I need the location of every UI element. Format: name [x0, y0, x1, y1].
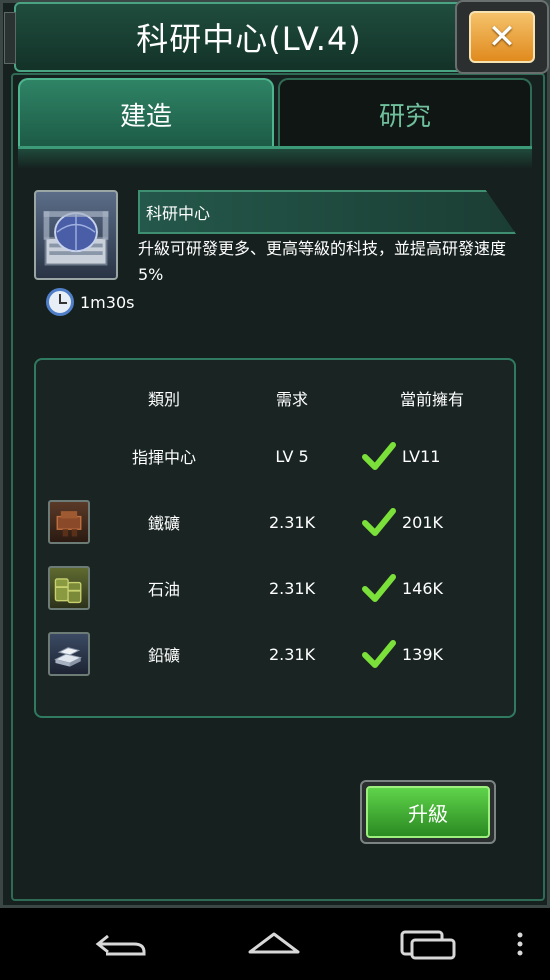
check-icon [362, 574, 396, 602]
row-category: 鉛礦 [147, 646, 180, 665]
row-required: 2.31K [268, 578, 316, 598]
back-button[interactable] [92, 924, 152, 964]
column-header-required: 需求 [275, 390, 308, 409]
row-category: 鐵礦 [147, 514, 180, 533]
row-category: 石油 [147, 580, 180, 599]
row-required: 2.31K [268, 512, 316, 532]
title-bar: 科研中心(LV.4) [4, 2, 494, 72]
column-header-owned: 當前擁有 [399, 390, 464, 409]
row-required: 2.31K [268, 644, 316, 664]
building-name: 科研中心 [146, 204, 211, 223]
row-owned: 201K [402, 512, 444, 532]
iron-ore-icon [48, 500, 90, 544]
system-nav-bar [0, 908, 550, 980]
home-icon [248, 932, 300, 954]
build-time: 1m30s [80, 292, 135, 312]
upgrade-button-face: 升級 [366, 786, 490, 838]
building-name-banner: 科研中心 [138, 190, 516, 234]
row-category: 指揮中心 [131, 448, 196, 467]
check-icon [362, 508, 396, 536]
oil-barrel-icon [48, 566, 90, 610]
recents-icon [400, 930, 456, 960]
requirements-panel: 類別 需求 當前擁有 指揮中心 LV 5 LV11 鐵礦 2.31K 201K … [34, 358, 516, 718]
check-icon [362, 442, 396, 470]
table-header-row: 類別 需求 當前擁有 [36, 374, 514, 422]
tab-build[interactable]: 建造 [18, 78, 274, 148]
tab-build-label: 建造 [119, 101, 172, 132]
overflow-menu-button[interactable] [508, 924, 532, 964]
upgrade-label: 升級 [408, 801, 448, 826]
overflow-icon [517, 932, 523, 956]
tab-shade [18, 149, 532, 169]
row-owned: 146K [402, 578, 444, 598]
upgrade-button[interactable]: 升級 [360, 780, 496, 844]
table-row: 石油 2.31K 146K [36, 564, 514, 612]
back-icon [95, 934, 146, 956]
column-header-category: 類別 [147, 390, 180, 409]
table-row: 鐵礦 2.31K 201K [36, 498, 514, 546]
row-owned: 139K [402, 644, 444, 664]
row-owned: LV11 [402, 446, 441, 466]
table-row: 鉛礦 2.31K 139K [36, 630, 514, 678]
research-center-icon [34, 190, 118, 280]
close-icon: ✕ [469, 11, 535, 63]
building-description: 升級可研發更多、更高等級的科技，並提高研發速度5% [138, 239, 507, 284]
tab-research-label: 研究 [378, 101, 431, 132]
home-button[interactable] [244, 924, 304, 964]
tab-research[interactable]: 研究 [278, 78, 532, 148]
table-row: 指揮中心 LV 5 LV11 [36, 432, 514, 480]
check-icon [362, 640, 396, 668]
build-timer: 1m30s [46, 288, 134, 316]
lead-ingot-icon [48, 632, 90, 676]
close-button[interactable]: ✕ [455, 0, 549, 74]
clock-icon [46, 288, 74, 316]
page-title: 科研中心(LV.4) [136, 20, 362, 58]
row-required: LV 5 [275, 446, 309, 466]
recents-button[interactable] [396, 924, 460, 964]
